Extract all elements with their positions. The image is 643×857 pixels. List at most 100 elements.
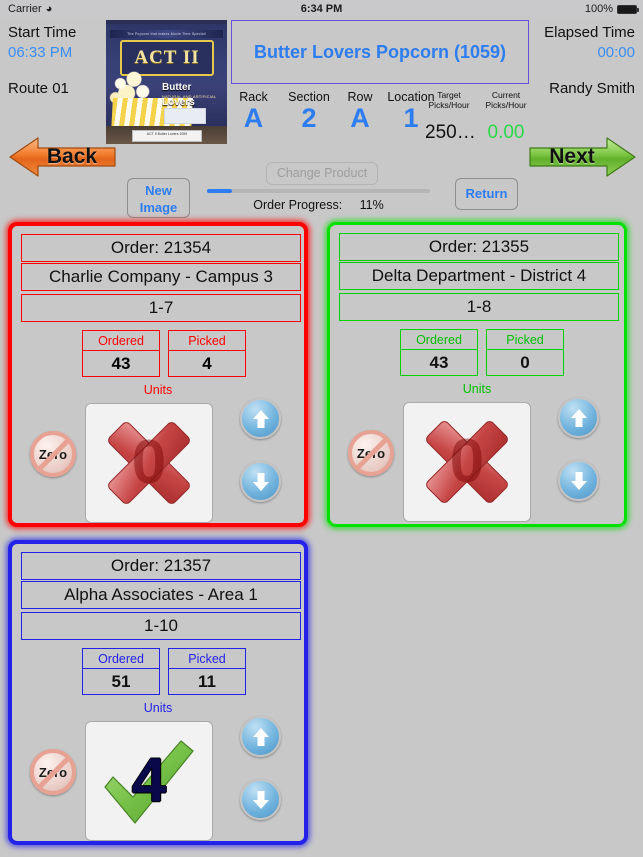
picked-counter: Picked 0 <box>486 329 564 376</box>
arrow-up-icon <box>252 727 269 746</box>
units-label: Units <box>143 383 173 397</box>
ordered-counter: Ordered 43 <box>400 329 478 376</box>
product-photo[interactable]: The Popcorn that makes Movie Time Specia… <box>106 20 227 144</box>
units-label: Units <box>143 701 173 715</box>
route-stop-field: 1-7 <box>21 294 301 322</box>
ordered-value: 51 <box>82 669 160 695</box>
rack-label: Rack <box>239 90 268 104</box>
zero-button[interactable]: Zero <box>30 431 76 477</box>
picked-value: 11 <box>168 669 246 695</box>
target-picks-label-line1: Target <box>437 90 461 100</box>
order-number-field: Order: 21357 <box>21 552 301 580</box>
order-number-field: Order: 21355 <box>339 233 619 261</box>
route-stop-field: 1-10 <box>21 612 301 640</box>
increment-button[interactable] <box>240 398 281 439</box>
zero-button-label: Zero <box>38 764 68 780</box>
decrement-button[interactable] <box>240 461 281 502</box>
units-label: Units <box>462 382 492 396</box>
status-bar-clock: 6:34 PM <box>300 3 343 15</box>
increment-button[interactable] <box>240 716 281 757</box>
picked-label: Picked <box>168 330 246 351</box>
order-progress-label: Order Progress: <box>253 198 343 212</box>
row-value: A <box>350 103 370 133</box>
quantity-value: 0 <box>449 427 485 496</box>
elapsed-time-label: Elapsed Time <box>544 24 635 41</box>
route-label: Route 01 <box>8 80 69 97</box>
row-field: Row A <box>343 90 377 132</box>
product-flavor-text: Butter Lovers <box>162 82 195 108</box>
order-card-21354[interactable]: Order: 21354 Charlie Company - Campus 3 … <box>8 222 308 527</box>
product-subtitle-text: NATURAL AND ARTIFICIAL FLAVOR <box>162 94 217 104</box>
arrow-up-icon <box>252 409 269 428</box>
new-image-label-line2: Image <box>139 200 178 215</box>
shelf-tag: ACT II Butter Lovers 1059 <box>132 130 202 142</box>
product-bag-graphic: The Popcorn that makes Movie Time Specia… <box>106 24 227 132</box>
picked-label: Picked <box>486 329 564 350</box>
decrement-button[interactable] <box>558 460 599 501</box>
arrow-up-icon <box>570 408 587 427</box>
ios-status-bar: Carrier ◕ 6:34 PM 100% <box>0 0 643 18</box>
user-name-label: Randy Smith <box>549 80 635 97</box>
start-time-value: 06:33 PM <box>8 44 73 61</box>
new-image-button[interactable]: New Image <box>127 178 190 218</box>
picked-label: Picked <box>168 648 246 669</box>
zero-button-label: Zero <box>356 445 386 461</box>
new-image-label-line1: New <box>145 183 172 198</box>
picked-counter: Picked 4 <box>168 330 246 377</box>
picked-counter: Picked 11 <box>168 648 246 695</box>
app-header: Start Time 06:33 PM Route 01 Elapsed Tim… <box>0 18 643 218</box>
status-bar-right: 100% <box>584 3 639 15</box>
ordered-counter: Ordered 51 <box>82 648 160 695</box>
quantity-value: 4 <box>131 746 167 815</box>
order-number-field: Order: 21354 <box>21 234 301 262</box>
current-picks-label-line2: Picks/Hour <box>485 100 527 110</box>
route-stop-field: 1-8 <box>339 293 619 321</box>
back-button[interactable]: Back <box>8 134 118 180</box>
rack-value: A <box>243 103 264 133</box>
rack-field: Rack A <box>231 90 276 132</box>
product-title-box[interactable]: Butter Lovers Popcorn (1059) <box>231 20 529 84</box>
target-picks-label-line2: Picks/Hour <box>428 100 470 110</box>
return-button[interactable]: Return <box>455 178 518 210</box>
order-card-21357[interactable]: Order: 21357 Alpha Associates - Area 1 1… <box>8 540 308 845</box>
quantity-display[interactable]: 4 <box>85 721 213 841</box>
zero-button[interactable]: Zero <box>348 430 394 476</box>
elapsed-time-value: 00:00 <box>597 44 635 61</box>
target-picks-value: 250… <box>425 122 476 143</box>
next-button[interactable]: Next <box>527 134 637 180</box>
section-label: Section <box>288 90 330 104</box>
ordered-label: Ordered <box>400 329 478 350</box>
ordered-counter: Ordered 43 <box>82 330 160 377</box>
order-card-21355[interactable]: Order: 21355 Delta Department - District… <box>327 222 627 527</box>
customer-name-field: Delta Department - District 4 <box>339 262 619 290</box>
order-progress-row: Order Progress: 11% <box>207 198 430 212</box>
start-time-label: Start Time <box>8 24 77 41</box>
change-product-button[interactable]: Change Product <box>266 162 378 185</box>
zero-button[interactable]: Zero <box>30 749 76 795</box>
quantity-value: 0 <box>131 428 167 497</box>
customer-name-field: Alpha Associates - Area 1 <box>21 581 301 609</box>
product-title-text: Butter Lovers Popcorn (1059) <box>253 41 507 62</box>
battery-percent-label: 100% <box>584 3 613 15</box>
target-picks-field: Target Picks/Hour 250… <box>425 90 476 144</box>
ordered-value: 43 <box>82 351 160 377</box>
quantity-display[interactable]: 0 <box>85 403 213 523</box>
next-button-label: Next <box>549 145 595 168</box>
quantity-display[interactable]: 0 <box>403 402 531 522</box>
ordered-value: 43 <box>400 350 478 376</box>
picked-value: 4 <box>168 351 246 377</box>
section-value: 2 <box>301 103 317 133</box>
arrow-down-icon <box>252 472 269 491</box>
current-picks-field: Current Picks/Hour 0.00 <box>482 90 530 144</box>
increment-button[interactable] <box>558 397 599 438</box>
back-button-label: Back <box>46 145 98 168</box>
section-field: Section 2 <box>281 90 337 132</box>
product-top-banner: The Popcorn that makes Movie Time Specia… <box>110 30 223 38</box>
arrow-down-icon <box>252 790 269 809</box>
ordered-label: Ordered <box>82 648 160 669</box>
battery-icon <box>617 4 639 14</box>
arrow-down-icon <box>570 471 587 490</box>
ordered-label: Ordered <box>82 330 160 351</box>
order-progress-value: 11% <box>359 198 384 212</box>
decrement-button[interactable] <box>240 779 281 820</box>
